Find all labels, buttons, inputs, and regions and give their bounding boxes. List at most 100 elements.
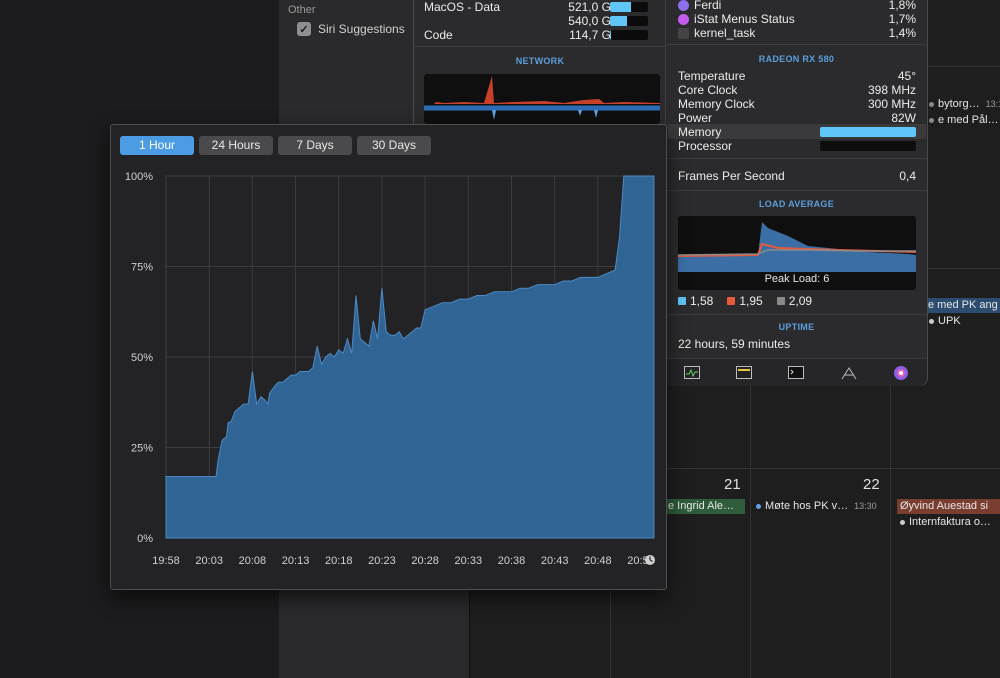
legend-swatch xyxy=(727,297,736,305)
x-tick-label: 20:48 xyxy=(584,555,612,567)
terminal-icon[interactable] xyxy=(787,365,805,381)
y-tick-label: 0% xyxy=(137,533,153,545)
divider xyxy=(666,314,927,315)
console-icon[interactable] xyxy=(735,365,753,381)
kernel-icon xyxy=(678,27,689,39)
disk-usage-fill xyxy=(610,16,628,26)
process-row: kernel_task 1,4% xyxy=(678,26,916,40)
y-tick-label: 25% xyxy=(131,443,153,455)
gpu-value: 300 MHz xyxy=(867,97,916,111)
legend-item: 1,95 xyxy=(727,294,763,308)
cpu-history-popover: 1 Hour 24 Hours 7 Days 30 Days 100% 75% 50… xyxy=(110,124,667,590)
gpu-memory-bar xyxy=(820,127,916,137)
upload-spikes xyxy=(492,110,598,120)
istat-menus-icon xyxy=(678,13,689,25)
x-tick-label: 20:18 xyxy=(325,555,353,567)
legend-item: 2,09 xyxy=(776,294,813,308)
gpu-row: Temperature 45° xyxy=(678,69,916,83)
gpu-label: Temperature xyxy=(678,69,746,83)
x-tick-label: 20:08 xyxy=(239,555,267,567)
load-section-title: LOAD AVERAGE xyxy=(758,199,835,209)
divider xyxy=(667,44,927,45)
process-name: iStat Menus Status xyxy=(694,12,795,26)
istat-toolbar xyxy=(666,358,927,386)
process-row: iStat Menus Status 1,7% xyxy=(678,12,916,26)
gpu-label: Power xyxy=(678,111,713,125)
process-cpu: 1,8% xyxy=(888,0,916,12)
fps-row: Frames Per Second 0,4 xyxy=(678,169,916,183)
activity-monitor-icon[interactable] xyxy=(683,365,701,381)
gpu-processor-bar xyxy=(820,141,916,151)
gpu-value: 82W xyxy=(891,111,916,125)
process-cpu: 1,4% xyxy=(888,26,916,40)
network-section-title: NETWORK xyxy=(515,56,565,66)
calendar-day-number: 21 xyxy=(724,476,741,493)
process-name: kernel_task xyxy=(694,26,756,40)
gpu-label: Memory Clock xyxy=(678,97,755,111)
disk-name xyxy=(424,14,543,28)
gpu-row: Core Clock 398 MHz xyxy=(678,83,916,97)
y-tick-label: 75% xyxy=(131,262,153,274)
x-tick-label: 20:23 xyxy=(368,555,396,567)
calendar-event[interactable]: e med PK ang xyxy=(925,298,1000,313)
ferdi-icon xyxy=(678,0,689,11)
gpu-label: Core Clock xyxy=(678,83,738,97)
calendar-day-number: 22 xyxy=(863,476,880,493)
x-tick-label: 19:58 xyxy=(152,555,180,567)
fps-value: 0,4 xyxy=(899,169,916,183)
x-tick-label: 20:13 xyxy=(282,555,310,567)
calendar-event[interactable]: Øyvind Auestad si xyxy=(897,499,1000,514)
legend-value: 1,95 xyxy=(739,294,763,308)
disk-usage-fill xyxy=(610,2,631,12)
divider xyxy=(414,46,666,47)
load-legend: 1,58 1,95 2,09 xyxy=(678,294,812,308)
y-tick-label: 100% xyxy=(125,171,153,183)
legend-item: 1,58 xyxy=(678,294,713,308)
divider xyxy=(666,190,927,191)
disk-usage-bar xyxy=(610,16,648,26)
gpu-value: 398 MHz xyxy=(867,83,916,97)
legend-value: 2,09 xyxy=(788,294,813,308)
process-row: Ferdi 1,8% xyxy=(678,0,916,12)
x-tick-label: 20:28 xyxy=(411,555,439,567)
calendar-event[interactable]: e Ingrid Ale… xyxy=(665,499,745,514)
uptime-section-title: UPTIME xyxy=(778,322,815,332)
disk-name: Code xyxy=(424,28,453,42)
clock-icon[interactable] xyxy=(645,555,655,565)
calendar-event[interactable]: Internfaktura o… xyxy=(897,515,1000,530)
y-axis-labels: 100% 75% 50% 25% 0% xyxy=(125,171,153,545)
calendar-event[interactable]: e med Pål… xyxy=(926,113,1000,128)
legend-value: 1,58 xyxy=(690,294,714,308)
disk-usage-bar xyxy=(610,30,648,40)
section-label-other: Other xyxy=(288,4,316,16)
istat-icon[interactable] xyxy=(892,365,910,381)
gpu-section-title: RADEON RX 580 xyxy=(758,54,835,64)
divider xyxy=(666,158,927,159)
peak-load-label: Peak Load: 6 xyxy=(764,273,830,285)
gpu-row: Power 82W xyxy=(678,111,916,125)
x-axis-labels: 19:58 20:03 20:08 20:13 20:18 20:23 20:28 20:33… xyxy=(152,555,655,567)
network-graph-svg xyxy=(424,76,660,120)
download-series xyxy=(424,76,660,104)
y-tick-label: 50% xyxy=(131,352,153,364)
network-utility-icon[interactable] xyxy=(840,365,858,381)
calendar-event[interactable]: UPK xyxy=(926,314,1000,329)
history-chart: 100% 75% 50% 25% 0% 19:58 20:03 20:08 20:13 20:1… xyxy=(125,171,655,567)
gpu-row: Memory Clock 300 MHz xyxy=(678,97,916,111)
x-tick-label: 20:38 xyxy=(498,555,526,567)
fps-label: Frames Per Second xyxy=(678,169,785,183)
process-cpu: 1,7% xyxy=(888,12,916,26)
process-name: Ferdi xyxy=(694,0,722,12)
legend-swatch xyxy=(678,297,686,305)
calendar-event[interactable]: Møte hos PK v… 13:30 xyxy=(753,499,888,514)
gpu-value: 45° xyxy=(897,69,916,83)
checkmark-icon[interactable]: ✓ xyxy=(297,22,311,36)
gpu-memory-fill xyxy=(820,127,916,137)
disk-usage-bar xyxy=(610,2,648,12)
legend-swatch xyxy=(776,297,785,305)
siri-suggestions-option[interactable]: ✓ Siri Suggestions xyxy=(297,22,405,36)
uptime-value: 22 hours, 59 minutes xyxy=(678,337,791,351)
calendar-event[interactable]: bytorg…13:10 xyxy=(926,97,1000,112)
x-tick-label: 20:43 xyxy=(541,555,569,567)
disk-usage-fill xyxy=(610,30,612,40)
